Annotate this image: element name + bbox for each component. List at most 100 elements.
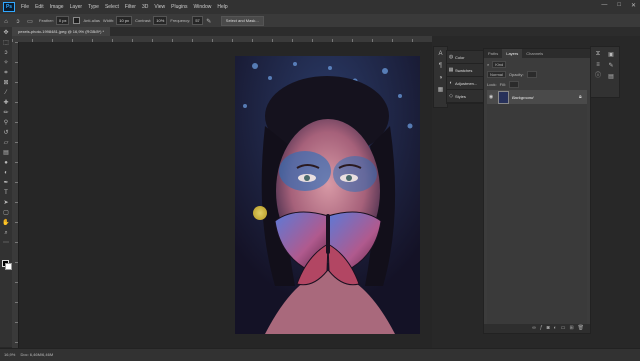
paragraph-panel-icon[interactable]: ¶ — [436, 62, 445, 71]
minimize-button[interactable]: — — [601, 2, 607, 9]
brush-tool-icon[interactable]: ✏ — [2, 109, 10, 117]
collapsed-panels: ◍ Color ▦ Swatches ◐ Adjustmen... ◇ Styl… — [446, 50, 484, 104]
home-icon[interactable]: ⌂ — [2, 18, 10, 26]
trash-icon[interactable]: 🗑︎ — [578, 324, 584, 333]
document-info: Doc: 6,46M/6,46M — [20, 352, 54, 357]
move-tool-icon[interactable]: ✥ — [2, 29, 10, 37]
menu-edit[interactable]: Edit — [32, 4, 47, 10]
kind-filter-select[interactable]: Kind — [492, 60, 507, 68]
styles-panel-tab[interactable]: ◇ Styles — [447, 90, 483, 103]
lock-label: Lock: — [487, 81, 497, 87]
tab-layers[interactable]: Layers — [502, 49, 523, 58]
blend-row: Normal Opacity: — [487, 70, 587, 78]
vertical-ruler[interactable] — [12, 42, 19, 348]
opacity-input[interactable] — [526, 70, 538, 78]
fx-icon[interactable]: ƒ — [540, 324, 543, 333]
adjustments-panel-tab[interactable]: ◐ Adjustmen... — [447, 77, 483, 90]
lasso-tool-icon[interactable]: ↄ — [14, 18, 22, 26]
menu-image[interactable]: Image — [47, 4, 67, 10]
selection-mode-icon[interactable]: ▭ — [26, 18, 34, 26]
maximize-button[interactable]: □ — [617, 2, 621, 9]
brushes-panel-icon[interactable]: ✎ — [607, 62, 615, 70]
history-panel-icon[interactable]: ⧖ — [594, 50, 602, 58]
lock-row: Lock: Fill: — [487, 80, 587, 88]
antialias-checkbox[interactable] — [73, 17, 81, 24]
character-panel-icon[interactable]: A — [436, 50, 445, 59]
more-tools-icon[interactable]: ⋯ — [2, 239, 10, 247]
menu-filter[interactable]: Filter — [122, 4, 139, 10]
shape-tool-icon[interactable]: ▢ — [2, 209, 10, 217]
path-select-icon[interactable]: ➤ — [2, 199, 10, 207]
layers-panel: Paths Layers Channels ⌕ Kind Normal Opac… — [483, 48, 591, 334]
layer-row-background[interactable]: ◉ Background 🔒︎ — [487, 90, 587, 104]
document-tab-bar: pexels-photo-1998481.jpeg @ 16,9% (RGB/8… — [12, 27, 640, 36]
layer-thumbnail — [498, 90, 509, 104]
tab-paths[interactable]: Paths — [484, 49, 502, 58]
lock-icon[interactable]: 🔒︎ — [579, 94, 587, 100]
info-panel-icon[interactable]: ⓘ — [594, 72, 602, 80]
properties-panel-icon[interactable]: ≡ — [594, 61, 602, 69]
width-input[interactable]: 10 px — [116, 16, 133, 25]
type-tool-icon[interactable]: T — [2, 189, 10, 197]
add-mask-icon[interactable]: ◙ — [547, 324, 550, 333]
eraser-icon[interactable]: ▱ — [2, 139, 10, 147]
history-brush-icon[interactable]: ↺ — [2, 129, 10, 137]
menu-type[interactable]: Type — [85, 4, 102, 10]
menu-select[interactable]: Select — [102, 4, 122, 10]
lasso-tool-icon[interactable]: ↄ — [2, 49, 10, 57]
link-layers-icon[interactable]: ∞ — [532, 324, 536, 333]
navigator-panel-icon[interactable]: ▤ — [607, 73, 615, 81]
blur-icon[interactable]: ● — [2, 159, 10, 167]
feather-input[interactable]: 0 px — [55, 16, 70, 25]
swatches-icon: ▦ — [448, 67, 454, 73]
layers-panel-tabs: Paths Layers Channels — [484, 49, 590, 58]
tab-channels[interactable]: Channels — [522, 49, 547, 58]
hand-tool-icon[interactable]: ✋ — [2, 219, 10, 227]
zoom-level[interactable]: 16,9% — [4, 352, 15, 357]
menu-plugins[interactable]: Plugins — [168, 4, 190, 10]
frame-tool-icon[interactable]: ⊠ — [2, 79, 10, 87]
crop-tool-icon[interactable]: ⌗ — [2, 69, 10, 77]
eyedropper-icon[interactable]: ⁄ — [2, 89, 10, 97]
search-icon: ⌕ — [487, 61, 490, 67]
document-tab[interactable]: pexels-photo-1998481.jpeg @ 16,9% (RGB/8… — [12, 27, 111, 36]
adjustment-layer-icon[interactable]: ◐ — [554, 324, 557, 333]
document-image[interactable] — [235, 56, 420, 334]
menu-window[interactable]: Window — [191, 4, 215, 10]
dodge-icon[interactable]: ◐ — [2, 169, 10, 177]
fill-input[interactable] — [508, 80, 520, 88]
contrast-input[interactable]: 10% — [153, 16, 168, 25]
width-label: Width: — [102, 18, 115, 23]
pen-pressure-icon[interactable]: ✎ — [205, 18, 213, 26]
visibility-eye-icon[interactable]: ◉ — [487, 94, 495, 100]
menu-file[interactable]: File — [18, 4, 32, 10]
blend-mode-select[interactable]: Normal — [487, 70, 506, 78]
new-layer-icon[interactable]: ⊞ — [569, 324, 573, 333]
menu-3d[interactable]: 3D — [139, 4, 151, 10]
menu-bar: Ps File Edit Image Layer Type Select Fil… — [0, 0, 640, 14]
frequency-input[interactable]: 57 — [192, 16, 203, 25]
close-button[interactable]: ✕ — [631, 2, 636, 9]
portrait-artwork — [235, 56, 420, 334]
marquee-tool-icon[interactable]: ⬚ — [2, 39, 10, 47]
clone-stamp-icon[interactable]: ⚲ — [2, 119, 10, 127]
menu-help[interactable]: Help — [214, 4, 230, 10]
gradient-icon[interactable]: ▤ — [2, 149, 10, 157]
swatches-panel-tab[interactable]: ▦ Swatches — [447, 64, 483, 77]
styles-panel-icon[interactable]: ▦ — [436, 86, 445, 95]
color-icon: ◍ — [448, 54, 454, 60]
background-color-swatch[interactable] — [5, 263, 12, 270]
menu-layer[interactable]: Layer — [67, 4, 86, 10]
feather-label: Feather: — [39, 18, 54, 23]
select-and-mask-button[interactable]: Select and Mask... — [220, 15, 264, 26]
zoom-tool-icon[interactable]: ⌕ — [2, 229, 10, 237]
pen-tool-icon[interactable]: ✒ — [2, 179, 10, 187]
healing-brush-icon[interactable]: ✚ — [2, 99, 10, 107]
menu-view[interactable]: View — [151, 4, 168, 10]
color-label: Color — [455, 54, 465, 60]
adjustments-panel-icon[interactable]: ◑ — [436, 74, 445, 83]
libraries-panel-icon[interactable]: ▣ — [607, 51, 615, 59]
color-panel-tab[interactable]: ◍ Color — [447, 51, 483, 64]
quick-select-icon[interactable]: ✧ — [2, 59, 10, 67]
new-group-icon[interactable]: ▭ — [561, 324, 566, 333]
